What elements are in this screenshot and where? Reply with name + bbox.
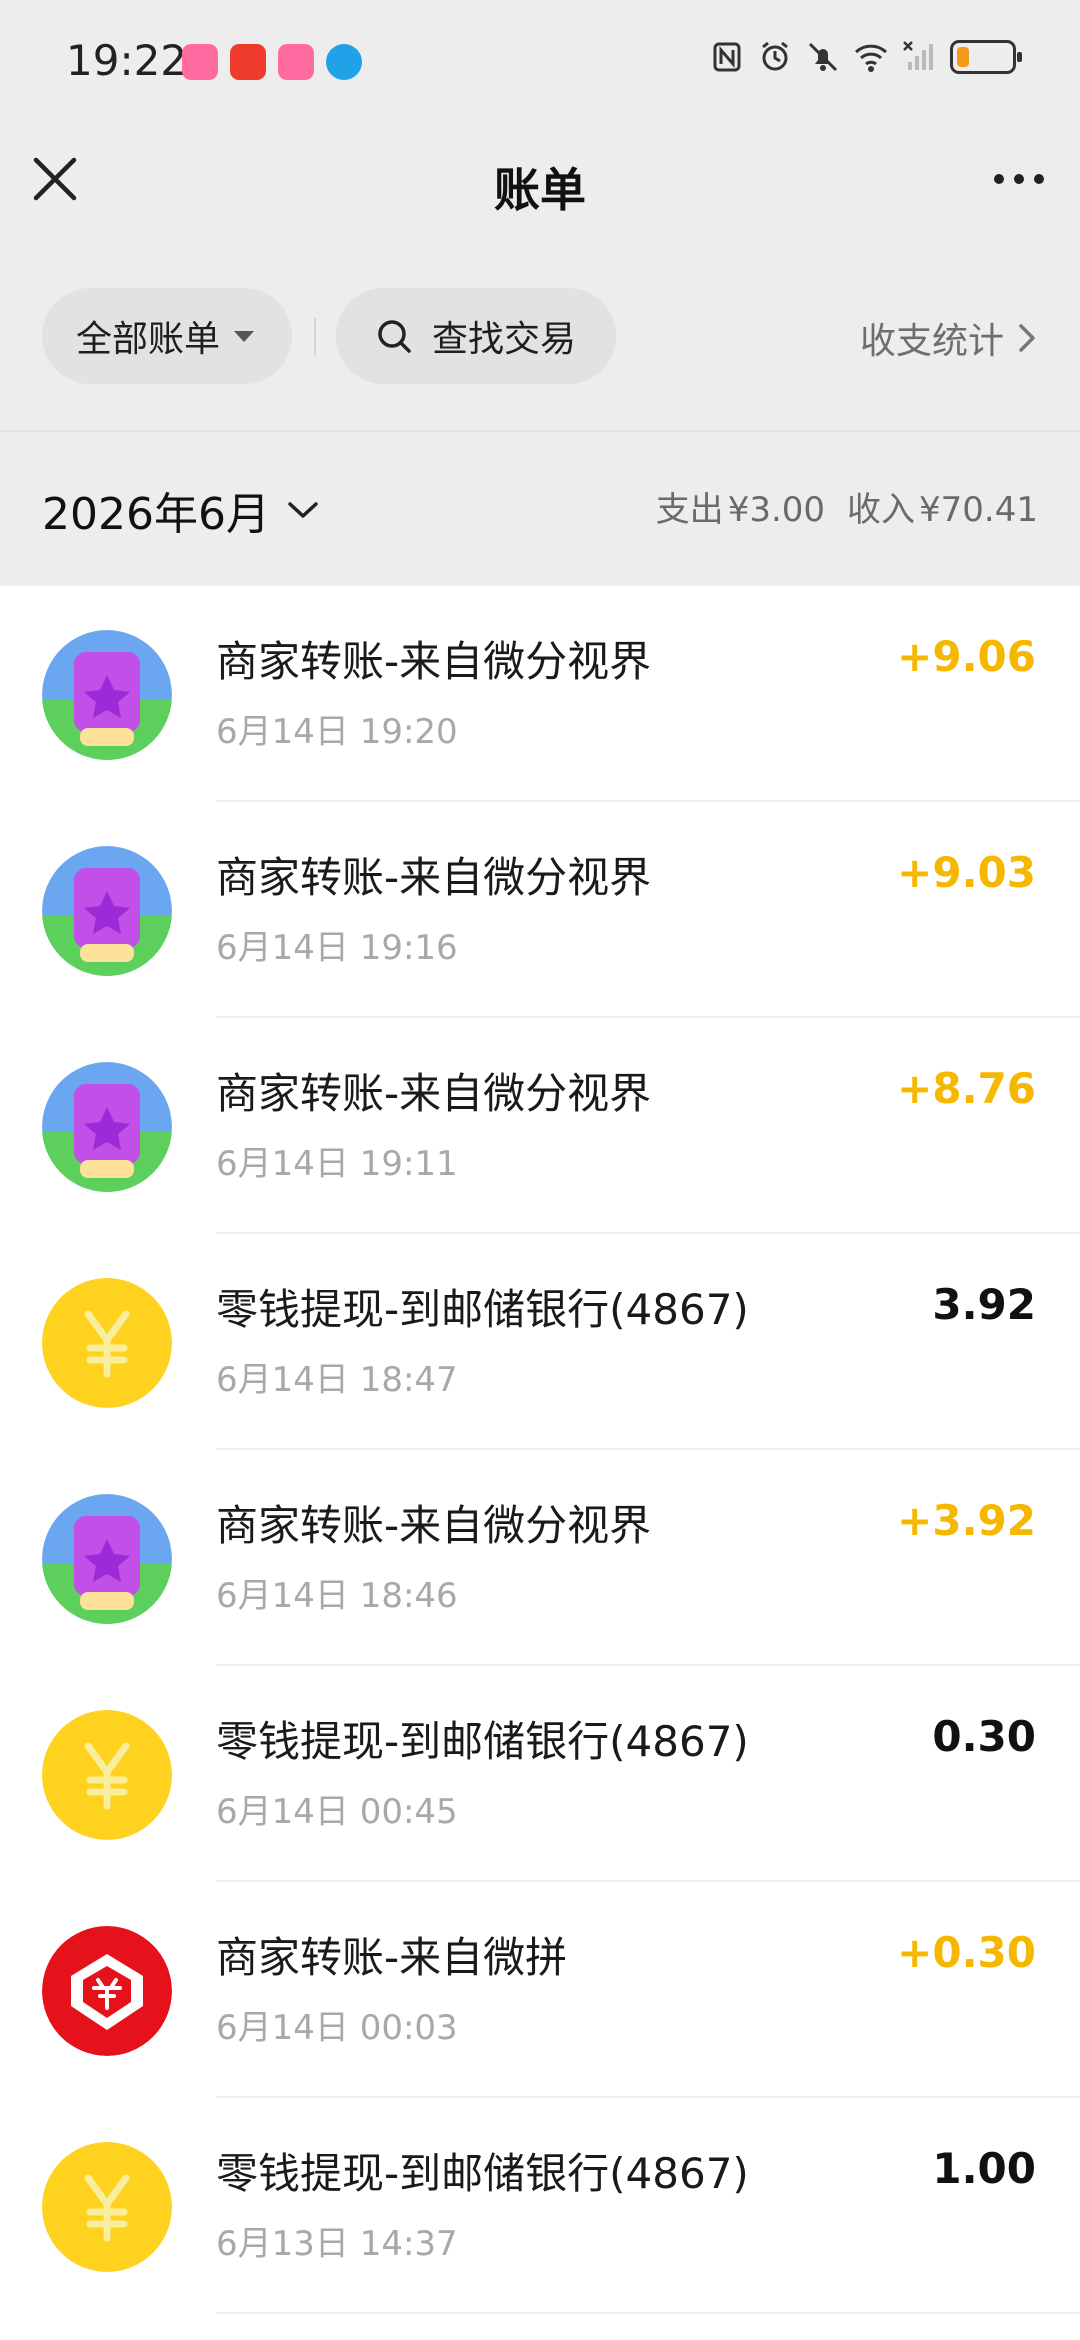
map-app-icon — [326, 44, 362, 80]
transaction-row[interactable]: 商家转账-来自微分视界 6月14日 18:46 +3.92 — [0, 1450, 1080, 1666]
transaction-list: 商家转账-来自微分视界 6月14日 19:20 +9.06 商家转账-来自微分视… — [0, 586, 1080, 2340]
month-summary: 2026年6月 支出 ¥3.00 收入 ¥70.41 — [0, 430, 1080, 586]
more-options-icon[interactable] — [984, 150, 1054, 208]
transaction-time: 6月14日 00:03 — [216, 2008, 458, 2048]
transaction-title: 商家转账-来自微分视界 — [216, 1069, 652, 1118]
transaction-amount: +8.76 — [897, 1064, 1036, 1113]
transaction-amount: 1.00 — [932, 2144, 1036, 2193]
transaction-row[interactable]: 零钱提现-到邮储银行(4867) 6月13日 14:37 1.00 — [0, 2098, 1080, 2314]
transaction-title: 零钱提现-到邮储银行(4867) — [216, 1717, 749, 1766]
stats-label: 收支统计 — [859, 321, 1004, 362]
filter-divider — [314, 318, 316, 356]
transaction-time: 6月14日 00:45 — [216, 1792, 458, 1832]
month-selector[interactable]: 2026年6月 — [42, 478, 320, 542]
status-bar: 19:22 — [0, 0, 1080, 120]
alarm-icon — [762, 41, 788, 71]
chevron-down-icon — [288, 502, 318, 518]
yuan-coin-icon — [42, 2142, 172, 2272]
transaction-row[interactable]: 商家转账-来自微分视界 6月14日 19:16 +9.03 — [0, 802, 1080, 1018]
status-indicators — [710, 40, 1022, 74]
search-label: 查找交易 — [432, 319, 577, 360]
transaction-time: 6月14日 19:20 — [216, 712, 458, 752]
transaction-amount: +0.30 — [897, 1928, 1036, 1977]
all-bills-label: 全部账单 — [76, 319, 221, 360]
month-label: 2026年6月 — [42, 489, 270, 540]
filter-bar: 全部账单 查找交易 收支统计 — [0, 288, 1080, 384]
game-star-icon — [42, 846, 172, 976]
game-star-icon — [42, 1062, 172, 1192]
wifi-icon — [854, 44, 888, 72]
transaction-time: 6月14日 18:46 — [216, 1576, 458, 1616]
expense-amount: ¥3.00 — [727, 490, 826, 530]
month-totals: 支出 ¥3.00 收入 ¥70.41 — [656, 482, 1038, 531]
income-expense-stats-link[interactable]: 收支统计 — [860, 312, 1038, 364]
navigation-bar: 账单 — [0, 120, 1080, 240]
expense-label: 支出 — [655, 490, 724, 530]
mute-icon — [808, 42, 838, 72]
income-label: 收入 — [847, 490, 916, 530]
income-total: 收入 ¥70.41 — [847, 482, 1038, 531]
page-title: 账单 — [494, 163, 586, 217]
dropdown-triangle-icon — [234, 330, 255, 342]
618-app-icon — [278, 44, 314, 80]
618-app-icon — [182, 44, 218, 80]
transaction-row[interactable]: 商家转账-来自微分视界 6月14日 19:11 +8.76 — [0, 1018, 1080, 1234]
transaction-amount: 3.92 — [932, 1280, 1036, 1329]
yuan-coin-icon — [42, 1278, 172, 1408]
search-transactions-button[interactable]: 查找交易 — [336, 288, 616, 384]
transaction-amount: +9.06 — [897, 632, 1036, 681]
transaction-amount: +3.92 — [897, 1496, 1036, 1545]
transaction-amount: 0.30 — [932, 1712, 1036, 1761]
transaction-title: 商家转账-来自微分视界 — [216, 1501, 652, 1550]
transaction-title: 零钱提现-到邮储银行(4867) — [216, 1285, 749, 1334]
all-bills-dropdown[interactable]: 全部账单 — [42, 288, 292, 384]
badge-app-icon — [230, 44, 266, 80]
chevron-right-icon — [1019, 324, 1035, 352]
battery-icon — [950, 40, 1022, 74]
yuan-coin-icon — [42, 1710, 172, 1840]
transaction-row[interactable]: 商家转账-来自微拼 6月14日 00:03 +0.30 — [0, 1882, 1080, 2098]
row-divider — [216, 2312, 1080, 2314]
transaction-time: 6月13日 14:37 — [216, 2224, 458, 2264]
nfc-icon — [713, 42, 741, 72]
income-amount: ¥70.41 — [919, 490, 1038, 530]
transaction-title: 商家转账-来自微分视界 — [216, 637, 652, 686]
notification-app-icons — [182, 44, 362, 80]
transaction-row[interactable]: 零钱提现-到邮储银行(4867) 6月14日 00:45 0.30 — [0, 1666, 1080, 1882]
transaction-time: 6月14日 19:11 — [216, 1144, 458, 1184]
pinduoduo-logo-icon — [42, 1926, 172, 2056]
game-star-icon — [42, 630, 172, 760]
transaction-time: 6月14日 18:47 — [216, 1360, 458, 1400]
transaction-title: 商家转账-来自微拼 — [216, 1933, 568, 1982]
expense-total: 支出 ¥3.00 — [656, 482, 825, 531]
transaction-amount: +9.03 — [897, 848, 1036, 897]
transaction-row[interactable]: 商家转账-来自微分视界 6月14日 19:20 +9.06 — [0, 586, 1080, 802]
game-star-icon — [42, 1494, 172, 1624]
search-icon — [378, 320, 411, 353]
transaction-title: 零钱提现-到邮储银行(4867) — [216, 2149, 749, 2198]
transaction-row[interactable]: 零钱提现-到邮储银行(4867) 6月14日 18:47 3.92 — [0, 1234, 1080, 1450]
no-signal-icon — [903, 41, 933, 70]
transaction-title: 商家转账-来自微分视界 — [216, 853, 652, 902]
status-time: 19:22 — [66, 36, 188, 85]
transaction-time: 6月14日 19:16 — [216, 928, 458, 968]
